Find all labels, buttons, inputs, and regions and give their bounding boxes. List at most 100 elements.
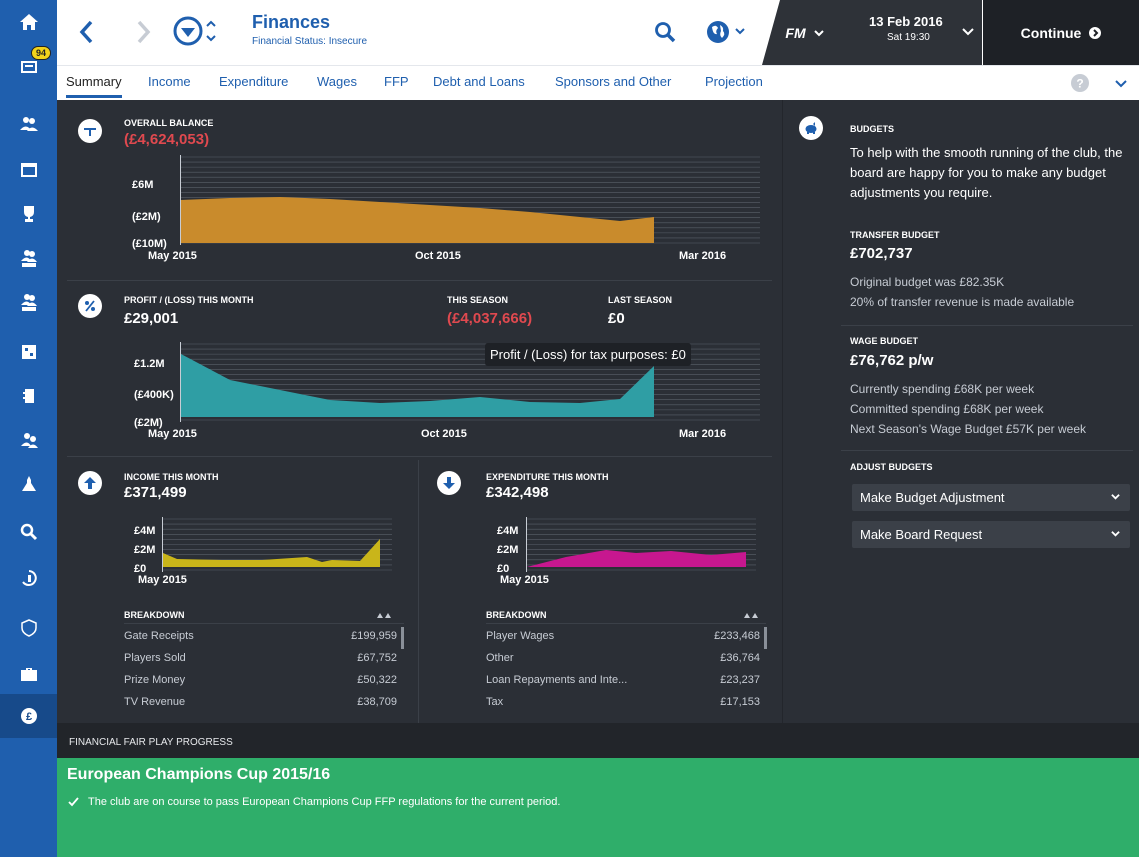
u18-icon[interactable] [0,280,57,324]
help-icon[interactable]: ? [1070,73,1090,93]
finances-icon[interactable]: £ [0,694,57,738]
profit-x-tick: Mar 2016 [679,428,727,440]
continue-button[interactable]: Continue [983,0,1139,65]
transfer-budget-note: Original budget was £82.35K [850,275,1005,289]
main-panel: OVERALL BALANCE (£4,624,053) £6M (£2M) (… [57,100,782,723]
income-row-name: Players Sold [124,652,186,664]
forward-icon[interactable] [137,20,151,44]
transfers-icon[interactable] [0,556,57,600]
inbox-badge: 94 [31,46,52,60]
search-icon[interactable] [654,21,676,43]
tactics-icon[interactable] [0,330,57,374]
profit-x-tick: Oct 2015 [421,428,467,440]
income-row-name: Gate Receipts [124,630,194,642]
overall-y-tick: (£2M) [132,211,161,223]
ffp-panel: European Champions Cup 2015/16 The club … [57,758,1139,857]
piggy-bank-icon [799,116,823,140]
income-value: £371,499 [124,484,187,501]
sidebar: 94 £ [0,0,57,857]
tab-debt-and-loans[interactable]: Debt and Loans [433,74,525,89]
wage-budget-note: Committed spending £68K per week [850,402,1044,416]
budgets-intro: To help with the smooth running of the c… [850,145,1123,200]
scouting-icon[interactable] [0,418,57,462]
income-scrollbar[interactable] [401,627,404,649]
expenditure-y-tick: £4M [497,525,519,537]
club-vision-icon[interactable] [0,606,57,650]
percent-icon [78,294,102,318]
staff-icon[interactable] [0,462,57,506]
inbox-icon[interactable]: 94 [0,44,57,88]
date-display[interactable]: 13 Feb 2016 Sat 19:30 [847,0,982,65]
divider [418,460,419,723]
board-request-button[interactable]: Make Board Request [852,521,1130,548]
tab-summary[interactable]: Summary [66,74,122,98]
wage-budget-label: WAGE BUDGET [850,336,919,346]
ffp-competition-title: European Champions Cup 2015/16 [67,766,331,783]
expenditure-row-name: Other [486,652,514,664]
briefcase-icon[interactable] [0,652,57,696]
income-chart [162,517,392,572]
chevron-down-icon [1111,531,1120,537]
date-text: 13 Feb 2016 [869,14,943,29]
check-icon [68,797,79,807]
income-area [163,539,380,567]
ffp-header: FINANCIAL FAIR PLAY PROGRESS [57,723,1139,758]
chevron-down-icon [1111,494,1120,500]
profit-x-tick: May 2015 [148,428,197,440]
club-switch-icon[interactable] [172,15,220,47]
expenditure-chart [526,517,756,572]
profit-tooltip: Profit / (Loss) for tax purposes: £0 [485,343,691,366]
u21-icon[interactable] [0,236,57,280]
fm-menu[interactable]: FM [762,0,847,65]
trophy-icon[interactable] [0,192,57,236]
income-row-value: £38,709 [357,696,397,708]
search-icon[interactable] [0,510,57,554]
ffp-heading: FINANCIAL FAIR PLAY PROGRESS [69,737,233,748]
last-season-label: LAST SEASON [608,295,673,305]
svg-text:?: ? [1076,77,1083,91]
expenditure-row-value: £233,468 [714,630,760,642]
chevron-down-icon[interactable] [1115,79,1127,88]
overall-x-tick: Oct 2015 [415,250,461,262]
divider [124,623,404,624]
transfer-budget-note: 20% of transfer revenue is made availabl… [850,295,1075,309]
tab-ffp[interactable]: FFP [384,74,409,89]
continue-label: Continue [1020,24,1082,41]
squad-icon[interactable] [0,102,57,146]
training-icon[interactable] [0,374,57,418]
last-season-value: £0 [608,310,625,327]
world-icon[interactable] [705,19,749,45]
overall-y-tick: £6M [132,179,154,191]
divider [841,450,1133,451]
expenditure-scrollbar[interactable] [764,627,767,649]
home-icon[interactable] [0,0,57,44]
sort-icon[interactable] [377,612,391,618]
tab-projection[interactable]: Projection [705,74,763,89]
tab-expenditure[interactable]: Expenditure [219,74,288,89]
income-row-value: £199,959 [351,630,397,642]
top-bar: Finances Financial Status: Insecure FM 1… [57,0,1139,65]
balance-icon [78,119,102,143]
expenditure-breakdown-label: BREAKDOWN [486,610,547,620]
tab-wages[interactable]: Wages [317,74,357,89]
chevron-down-icon [813,29,824,36]
overall-balance-label: OVERALL BALANCE [124,118,214,128]
budget-adjustment-label: Make Budget Adjustment [860,490,1005,505]
budget-adjustment-button[interactable]: Make Budget Adjustment [852,484,1130,511]
expenditure-label: EXPENDITURE THIS MONTH [486,472,609,482]
expenditure-x-tick: May 2015 [500,574,549,586]
income-x-tick: May 2015 [138,574,187,586]
expenditure-row-name: Player Wages [486,630,555,642]
back-icon[interactable] [79,20,93,44]
wage-budget-note: Next Season's Wage Budget £57K per week [850,422,1086,436]
tab-sponsors-and-other[interactable]: Sponsors and Other [555,74,671,89]
expenditure-area [527,550,746,567]
page-title: Finances [252,12,331,32]
divider [67,456,772,457]
tab-income[interactable]: Income [148,74,191,89]
sort-icon[interactable] [744,612,758,618]
schedule-icon[interactable] [0,148,57,192]
balance-area [181,197,654,243]
divider [841,325,1133,326]
income-row-name: TV Revenue [124,696,186,708]
